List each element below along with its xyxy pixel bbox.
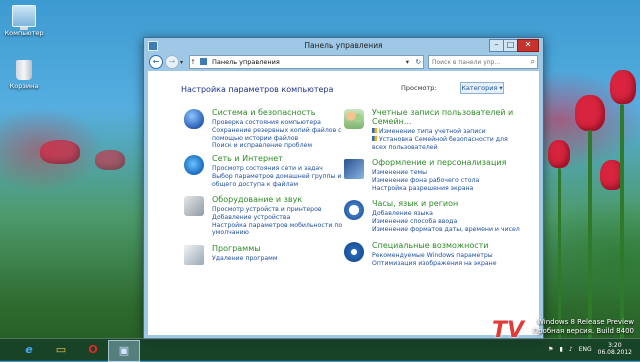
category-links: Просмотр состояния сети и задач Выбор па…: [212, 165, 341, 188]
printer-icon[interactable]: [184, 196, 204, 216]
category-title[interactable]: Система и безопасность: [212, 108, 315, 117]
desktop-icon-recycle-bin[interactable]: Корзина: [2, 60, 46, 90]
category-links: Просмотр устройств и принтеров Добавлени…: [212, 206, 342, 237]
link[interactable]: Настройка разрешения экрана: [372, 185, 479, 193]
view-by-dropdown[interactable]: Категория ▾: [460, 82, 504, 94]
page-title: Настройка параметров компьютера: [181, 85, 334, 94]
recent-pages-dropdown[interactable]: ▾: [180, 59, 183, 66]
language-indicator[interactable]: ENG: [579, 346, 592, 353]
watermark-line: Пробная версия. Build 8400: [532, 327, 634, 335]
link[interactable]: Изменение способа ввода: [372, 218, 520, 226]
file-explorer-icon[interactable]: ▭: [46, 340, 76, 360]
watermark-line: Windows 8 Release Preview: [537, 318, 634, 326]
computer-icon: [12, 5, 36, 30]
window-title: Панель управления: [304, 41, 383, 50]
maximize-button[interactable]: □: [503, 39, 518, 52]
link[interactable]: Просмотр состояния сети и задач: [212, 165, 341, 173]
back-button[interactable]: ←: [149, 55, 163, 69]
search-icon[interactable]: ⌕: [531, 56, 535, 68]
link[interactable]: Добавление языка: [372, 210, 520, 218]
flag-icon[interactable]: ⚑: [548, 346, 553, 353]
link[interactable]: Изменение форматов даты, времени и чисел: [372, 226, 520, 234]
category-links: Добавление языка Изменение способа ввода…: [372, 210, 520, 233]
network-globe-icon[interactable]: [184, 155, 204, 175]
category-title[interactable]: Сеть и Интернет: [212, 154, 283, 163]
link[interactable]: Поиск и исправление проблем: [212, 142, 342, 150]
link[interactable]: Оптимизация изображения на экране: [372, 260, 497, 268]
category-links: Изменение типа учетной записи Установка …: [372, 128, 508, 151]
control-panel-icon: [200, 58, 207, 65]
up-arrow-icon[interactable]: ↑: [189, 56, 197, 68]
shield-icon[interactable]: [184, 109, 204, 129]
category-links: Удаление программ: [212, 255, 278, 263]
desktop-icon-label: Корзина: [9, 82, 39, 90]
category-title[interactable]: Оформление и персонализация: [372, 158, 506, 167]
content-area: Настройка параметров компьютера Просмотр…: [148, 71, 539, 335]
taskbar: e ▭ O ▣ ⚑ ▮ ♪ ENG 3:20 06.08.2012: [0, 338, 640, 362]
link[interactable]: Проверка состояния компьютера: [212, 119, 342, 127]
category-title-continued[interactable]: Семейн...: [372, 117, 412, 126]
link[interactable]: Изменение фона рабочего стола: [372, 177, 479, 185]
address-dropdown-icon[interactable]: ▾: [406, 56, 409, 68]
link[interactable]: Удаление программ: [212, 255, 278, 263]
forward-button[interactable]: →: [165, 55, 179, 69]
control-panel-window: Панель управления – □ ✕ ← → ▾ ↑ Панель у…: [143, 37, 544, 340]
category-title[interactable]: Программы: [212, 244, 261, 253]
link[interactable]: общего доступа к файлам: [212, 181, 341, 189]
link[interactable]: Рекомендуемые Windows параметры: [372, 252, 497, 260]
link[interactable]: всех пользователей: [372, 144, 508, 152]
programs-icon[interactable]: [184, 245, 204, 265]
link[interactable]: Выбор параметров домашней группы и: [212, 173, 341, 181]
navigation-bar: ← → ▾ ↑ Панель управления ▾ ↻ ⌕: [144, 53, 543, 70]
search-box[interactable]: ⌕: [428, 55, 538, 69]
link[interactable]: Изменение типа учетной записи: [372, 128, 508, 136]
clock[interactable]: 3:20 06.08.2012: [598, 342, 632, 356]
caption-buttons: – □ ✕: [489, 39, 539, 52]
desktop-icon-computer[interactable]: Компьютер: [2, 5, 46, 37]
minimize-button[interactable]: –: [489, 39, 504, 52]
link[interactable]: Настройка параметров мобильности по: [212, 222, 342, 230]
category-title[interactable]: Учетные записи пользователей и: [372, 108, 513, 117]
desktop-icon-label: Компьютер: [4, 29, 44, 37]
network-icon[interactable]: ▮: [560, 346, 563, 353]
close-button[interactable]: ✕: [517, 39, 539, 52]
category-links: Рекомендуемые Windows параметры Оптимиза…: [372, 252, 497, 268]
address-bar[interactable]: ↑ Панель управления ▾ ↻: [189, 55, 424, 69]
system-tray: ⚑ ▮ ♪ ENG 3:20 06.08.2012: [548, 342, 632, 356]
appearance-icon[interactable]: [344, 159, 364, 179]
category-links: Проверка состояния компьютера Сохранение…: [212, 119, 342, 150]
clock-date: 06.08.2012: [597, 349, 632, 356]
volume-icon[interactable]: ♪: [569, 346, 573, 353]
category-links: Изменение темы Изменение фона рабочего с…: [372, 169, 479, 192]
title-bar[interactable]: Панель управления – □ ✕: [144, 38, 543, 53]
link[interactable]: Установка Семейной безопасности для: [372, 136, 508, 144]
link[interactable]: Изменение темы: [372, 169, 479, 177]
link[interactable]: умолчанию: [212, 229, 342, 237]
link[interactable]: Просмотр устройств и принтеров: [212, 206, 342, 214]
refresh-icon[interactable]: ↻: [416, 56, 421, 68]
link[interactable]: Сохранение резервных копий файлов с: [212, 127, 342, 135]
link[interactable]: Добавление устройства: [212, 214, 342, 222]
category-title[interactable]: Специальные возможности: [372, 241, 489, 250]
category-title[interactable]: Оборудование и звук: [212, 195, 302, 204]
clock-time: 3:20: [608, 342, 622, 349]
clock-globe-icon[interactable]: [344, 200, 364, 220]
breadcrumb[interactable]: Панель управления: [212, 56, 280, 68]
accessibility-icon[interactable]: [344, 242, 364, 262]
recycle-bin-icon: [16, 60, 32, 80]
control-panel-taskbar-icon[interactable]: ▣: [108, 340, 140, 362]
users-icon[interactable]: [344, 109, 364, 129]
internet-explorer-icon[interactable]: e: [14, 340, 44, 360]
view-by-label: Просмотр:: [401, 84, 437, 92]
category-title[interactable]: Часы, язык и регион: [372, 199, 458, 208]
os-watermark: Windows 8 Release Preview Пробная версия…: [533, 318, 634, 336]
search-input[interactable]: [429, 56, 527, 68]
opera-icon[interactable]: O: [78, 340, 108, 360]
